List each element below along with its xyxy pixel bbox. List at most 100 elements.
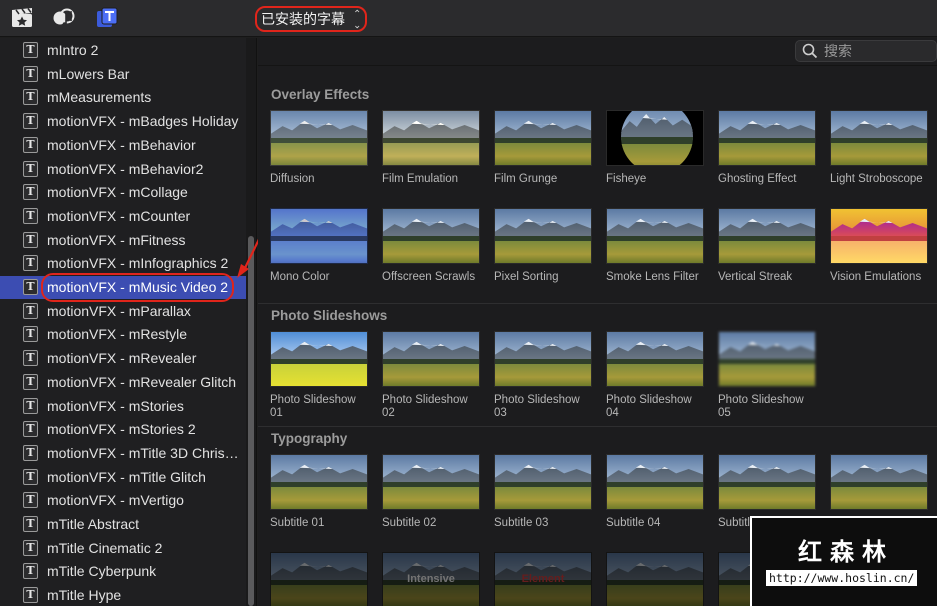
sidebar-item-label: motionVFX - mStories 2: [47, 421, 196, 438]
thumbnail-image: [606, 552, 704, 606]
sidebar-item[interactable]: TmotionVFX - mVertigo: [0, 489, 246, 512]
effect-thumbnail[interactable]: Photo Slideshow 04: [606, 331, 706, 420]
section-title: Overlay Effects: [271, 87, 370, 102]
thumbnail-caption: Photo Slideshow 04: [606, 394, 692, 419]
effect-thumbnail[interactable]: Photo Slideshow 01: [270, 331, 370, 420]
sidebar-item[interactable]: TmotionVFX - mBehavior2: [0, 158, 246, 181]
effect-thumbnail[interactable]: Vertical Streak: [718, 208, 818, 284]
effect-thumbnail[interactable]: Subtitle 03: [494, 454, 594, 530]
thumbnail-caption: Offscreen Scrawls: [382, 271, 476, 283]
thumbnail-image: Intensive: [382, 552, 480, 606]
titles-t-icon[interactable]: [95, 7, 119, 29]
thumbnail-image: [718, 454, 816, 510]
effect-thumbnail[interactable]: Element: [494, 552, 594, 606]
effect-thumbnail[interactable]: Photo Slideshow 03: [494, 331, 594, 420]
thumbnail-image: [830, 208, 928, 264]
thumbnail-caption: Light Stroboscope: [830, 173, 923, 185]
sidebar-item-label: motionVFX - mRevealer: [47, 350, 197, 367]
sidebar-item[interactable]: TmotionVFX - mStories 2: [0, 418, 246, 441]
section-title: Photo Slideshows: [271, 308, 388, 323]
sidebar-item-label: motionVFX - mParallax: [47, 302, 191, 319]
sidebar-item[interactable]: TmMeasurements: [0, 86, 246, 109]
sidebar-item-label: motionVFX - mCollage: [47, 184, 188, 201]
sidebar-item[interactable]: TmotionVFX - mTitle Glitch: [0, 466, 246, 489]
sidebar-item-label: motionVFX - mInfographics 2: [47, 255, 229, 272]
sidebar-item[interactable]: TmotionVFX - mBadges Holiday: [0, 110, 246, 133]
effect-thumbnail[interactable]: Diffusion: [270, 110, 370, 186]
sidebar-item[interactable]: TmLowers Bar: [0, 63, 246, 86]
title-t-icon: T: [23, 444, 38, 461]
effect-thumbnail[interactable]: Offscreen Scrawls: [382, 208, 482, 284]
sidebar-item-label: mIntro 2: [47, 42, 99, 58]
sidebar-item-selected[interactable]: TmotionVFX - mMusic Video 2: [0, 273, 246, 302]
photos-music-icon[interactable]: [52, 7, 76, 29]
effect-thumbnail[interactable]: [270, 552, 370, 606]
thumbnail-image: [494, 454, 592, 510]
title-t-icon: T: [23, 563, 38, 580]
title-t-icon: T: [23, 421, 38, 438]
thumbnail-overlay-text: Intensive: [407, 573, 455, 585]
effect-thumbnail[interactable]: Photo Slideshow 05: [718, 331, 818, 420]
sidebar-item[interactable]: TmTitle Cinematic 2: [0, 537, 246, 560]
sidebar-item[interactable]: TmIntro 2: [0, 39, 246, 62]
thumbnail-caption: Subtitle 02: [382, 517, 437, 529]
top-toolbar: 已安装的字幕 ⌃ ⌃: [0, 0, 937, 37]
effect-thumbnail[interactable]: Subtitle 02: [382, 454, 482, 530]
library-dropdown[interactable]: 已安装的字幕 ⌃ ⌃: [255, 6, 367, 32]
thumbnail-caption: Pixel Sorting: [494, 271, 559, 283]
title-t-icon: T: [23, 468, 38, 485]
sidebar-item[interactable]: TmotionVFX - mStories: [0, 395, 246, 418]
title-t-icon: T: [23, 397, 38, 414]
thumbnail-image: [270, 331, 368, 387]
effect-thumbnail[interactable]: Fisheye: [606, 110, 706, 186]
effect-thumbnail[interactable]: Pixel Sorting: [494, 208, 594, 284]
sidebar-scrollbar-thumb[interactable]: [248, 236, 254, 606]
effect-thumbnail[interactable]: [606, 552, 706, 606]
thumbnail-caption: Fisheye: [606, 173, 647, 185]
thumbnail-caption: Photo Slideshow 05: [718, 394, 804, 419]
sidebar-item[interactable]: TmotionVFX - mFitness: [0, 229, 246, 252]
sidebar-item[interactable]: TmotionVFX - mRevealer Glitch: [0, 371, 246, 394]
sidebar-item-label: motionVFX - mRestyle: [47, 326, 188, 343]
thumbnail-image: [382, 454, 480, 510]
effect-thumbnail[interactable]: Ghosting Effect: [718, 110, 818, 186]
effect-thumbnail[interactable]: Intensive: [382, 552, 482, 606]
sidebar-item[interactable]: TmotionVFX - mInfographics 2: [0, 252, 246, 275]
effect-thumbnail[interactable]: Smoke Lens Filter: [606, 208, 706, 284]
sidebar-item[interactable]: TmotionVFX - mCounter: [0, 205, 246, 228]
sidebar-item[interactable]: TmotionVFX - mParallax: [0, 300, 246, 323]
effect-thumbnail[interactable]: Mono Color: [270, 208, 370, 284]
effect-thumbnail[interactable]: Film Emulation: [382, 110, 482, 186]
effect-thumbnail[interactable]: Film Grunge: [494, 110, 594, 186]
sidebar: TmIntro 2 TmLowers Bar TmMeasurements Tmoti…: [0, 38, 257, 606]
effect-thumbnail[interactable]: Subtitle 01: [270, 454, 370, 530]
sidebar-item-label: motionVFX - mBehavior2: [47, 160, 204, 177]
effect-thumbnail[interactable]: Subtitle 04: [606, 454, 706, 530]
thumbnail-caption: Diffusion: [270, 173, 315, 185]
effect-thumbnail[interactable]: Photo Slideshow 02: [382, 331, 482, 420]
sidebar-item[interactable]: TmotionVFX - mTitle 3D Chris…: [0, 442, 246, 465]
clapperboard-star-icon[interactable]: [10, 7, 34, 29]
sidebar-item[interactable]: TmTitle Hype: [0, 584, 246, 606]
thumbnail-image: [718, 208, 816, 264]
dropdown-label: 已安装的字幕: [261, 11, 345, 27]
sidebar-item[interactable]: TmTitle Cyberpunk: [0, 560, 246, 583]
thumbnail-caption: Photo Slideshow 02: [382, 394, 468, 419]
effect-thumbnail[interactable]: Vision Emulations: [830, 208, 930, 284]
sidebar-item[interactable]: TmotionVFX - mBehavior: [0, 134, 246, 157]
thumbnail-image: [606, 110, 704, 166]
sidebar-item[interactable]: TmTitle Abstract: [0, 513, 246, 536]
search-icon: [802, 43, 818, 59]
thumbnail-caption: Film Emulation: [382, 173, 459, 185]
search-input[interactable]: 搜索: [795, 40, 937, 62]
sidebar-item[interactable]: TmotionVFX - mRevealer: [0, 347, 246, 370]
effect-thumbnail[interactable]: Light Stroboscope: [830, 110, 930, 186]
thumbnail-image: [606, 331, 704, 387]
sidebar-item[interactable]: TmotionVFX - mCollage: [0, 181, 246, 204]
title-t-icon: T: [23, 255, 38, 272]
sidebar-item[interactable]: TmotionVFX - mRestyle: [0, 323, 246, 346]
sidebar-item-label: motionVFX - mBadges Holiday: [47, 113, 239, 130]
sidebar-item-label: mLowers Bar: [47, 65, 130, 82]
watermark-title: 红森林: [798, 538, 894, 566]
sidebar-item-label: motionVFX - mVertigo: [47, 492, 184, 509]
